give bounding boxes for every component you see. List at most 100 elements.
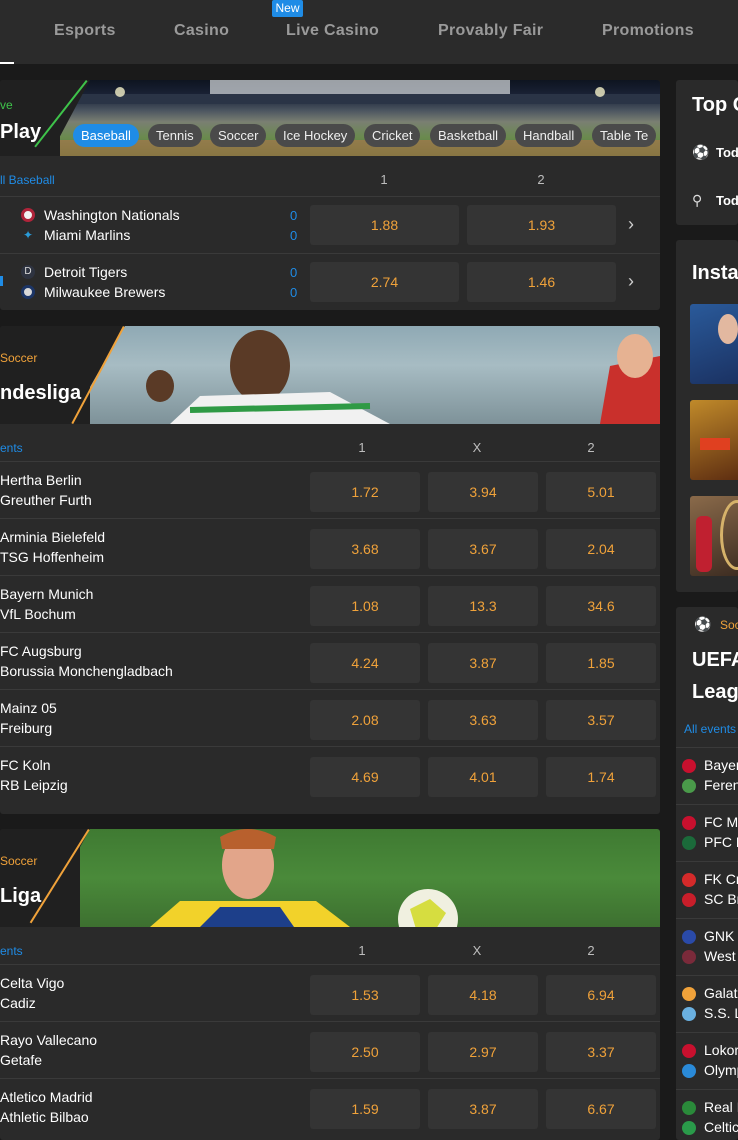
table-row[interactable]: FK Cr SC Br: [676, 861, 738, 918]
table-row[interactable]: Real I Celtic: [676, 1089, 738, 1140]
table-row[interactable]: GNK I West: [676, 918, 738, 975]
away-team: Borussia Monchengladbach: [0, 663, 173, 679]
odd-button-2[interactable]: 3.37: [546, 1032, 656, 1072]
odd-button-x[interactable]: 3.94: [428, 472, 538, 512]
tennis-icon: ⚲: [692, 192, 703, 208]
top-item[interactable]: Tod: [716, 193, 738, 208]
team-logo-icon: [682, 1064, 696, 1078]
away-team: Freiburg: [0, 720, 53, 736]
home-team: FK Cr: [704, 871, 738, 887]
odd-button[interactable]: 1.88: [310, 205, 459, 245]
odd-button-2[interactable]: 6.67: [546, 1089, 656, 1129]
chip-table-tennis[interactable]: Table Te: [592, 124, 657, 147]
home-team: GNK I: [704, 928, 738, 944]
table-row[interactable]: Galat S.S. L: [676, 975, 738, 1032]
odd-button-1[interactable]: 1.72: [310, 472, 420, 512]
odd-button-1[interactable]: 1.53: [310, 975, 420, 1015]
home-team: Rayo Vallecano: [0, 1032, 98, 1048]
team-logo-icon: [682, 816, 696, 830]
odd-button[interactable]: 2.74: [310, 262, 459, 302]
nav-promotions[interactable]: Promotions: [602, 22, 694, 40]
odd-button-x[interactable]: 4.01: [428, 757, 538, 797]
table-row[interactable]: Arminia Bielefeld TSG Hoffenheim 3.68 3.67 2…: [0, 518, 660, 575]
odd-button-x[interactable]: 3.63: [428, 700, 538, 740]
odd-button-2[interactable]: 6.94: [546, 975, 656, 1015]
chip-soccer[interactable]: Soccer: [210, 124, 267, 147]
all-events-link[interactable]: All events: [684, 722, 736, 736]
chip-ice-hockey[interactable]: Ice Hockey: [275, 124, 356, 147]
away-team: Greuther Furth: [0, 492, 92, 508]
away-team: TSG Hoffenheim: [0, 549, 105, 565]
nav-casino[interactable]: Casino: [174, 22, 229, 40]
odd-button-x[interactable]: 2.97: [428, 1032, 538, 1072]
events-link[interactable]: ents: [0, 441, 23, 455]
away-score: 0: [290, 285, 298, 300]
team-logo-icon: [21, 208, 35, 222]
table-row[interactable]: Hertha Berlin Greuther Furth 1.72 3.94 5.01: [0, 461, 660, 518]
odd-button-1[interactable]: 2.08: [310, 700, 420, 740]
live-label: ve: [0, 98, 13, 112]
nav-live-casino[interactable]: Live Casino: [286, 22, 379, 40]
player-image: [80, 829, 660, 927]
table-row[interactable]: Lokor Olymp: [676, 1032, 738, 1089]
odd-button-1[interactable]: 4.24: [310, 643, 420, 683]
table-row[interactable]: Rayo Vallecano Getafe 2.50 2.97 3.37: [0, 1021, 660, 1078]
team-logo-icon: [682, 873, 696, 887]
team-logo-icon: [682, 930, 696, 944]
table-row[interactable]: FC M PFC L: [676, 804, 738, 861]
odd-button-x[interactable]: 3.67: [428, 529, 538, 569]
table-row[interactable]: Mainz 05 Freiburg 2.08 3.63 3.57: [0, 689, 660, 746]
table-row[interactable]: D Detroit Tigers Milwaukee Brewers 0 0 2…: [0, 253, 660, 310]
odd-button-x[interactable]: 4.18: [428, 975, 538, 1015]
game-thumbnail[interactable]: [690, 400, 738, 480]
odd-button-2[interactable]: 1.85: [546, 643, 656, 683]
table-row[interactable]: Bayern Munich VfL Bochum 1.08 13.3 34.6: [0, 575, 660, 632]
odd-button-x[interactable]: 3.87: [428, 1089, 538, 1129]
odd-button-x[interactable]: 3.87: [428, 643, 538, 683]
odd-button[interactable]: 1.93: [467, 205, 616, 245]
table-row[interactable]: FC Augsburg Borussia Monchengladbach 4.24 3…: [0, 632, 660, 689]
chip-tennis[interactable]: Tennis: [148, 124, 202, 147]
chip-baseball[interactable]: Baseball: [73, 124, 139, 147]
odd-button-1[interactable]: 2.50: [310, 1032, 420, 1072]
away-team: Olymp: [704, 1062, 738, 1078]
nav-provably-fair[interactable]: Provably Fair: [438, 22, 543, 40]
team-logo-icon: [682, 987, 696, 1001]
odd-button-1[interactable]: 1.08: [310, 586, 420, 626]
odd-button-2[interactable]: 34.6: [546, 586, 656, 626]
odd-button-2[interactable]: 2.04: [546, 529, 656, 569]
table-row[interactable]: Bayer Feren: [676, 747, 738, 804]
home-team: Mainz 05: [0, 700, 57, 716]
nav-active-indicator: [0, 62, 14, 64]
top-games-panel: Top C ⚽ Tod ⚲ Tod: [676, 80, 738, 225]
odd-button-1[interactable]: 4.69: [310, 757, 420, 797]
odd-button-2[interactable]: 1.74: [546, 757, 656, 797]
chip-basketball[interactable]: Basketball: [430, 124, 506, 147]
table-row[interactable]: Atletico Madrid Athletic Bilbao 1.59 3.87 6.…: [0, 1078, 660, 1135]
home-team: Lokor: [704, 1042, 738, 1058]
odd-button-x[interactable]: 13.3: [428, 586, 538, 626]
away-team: West: [704, 948, 736, 964]
game-thumbnail[interactable]: [690, 496, 738, 576]
nav-esports[interactable]: Esports: [54, 22, 116, 40]
live-hero: ve Play Baseball Tennis Soccer Ice Hocke…: [0, 80, 660, 156]
odd-button[interactable]: 1.46: [467, 262, 616, 302]
events-link[interactable]: ents: [0, 944, 23, 958]
chip-cricket[interactable]: Cricket: [364, 124, 421, 147]
col-1-header: 1: [358, 440, 366, 455]
chevron-right-icon[interactable]: ›: [628, 271, 634, 292]
odd-button-1[interactable]: 3.68: [310, 529, 420, 569]
odd-button-2[interactable]: 5.01: [546, 472, 656, 512]
game-thumbnail[interactable]: [690, 304, 738, 384]
all-baseball-link[interactable]: ll Baseball: [0, 173, 55, 187]
chip-handball[interactable]: Handball: [515, 124, 583, 147]
table-row[interactable]: Celta Vigo Cadiz 1.53 4.18 6.94: [0, 964, 660, 1021]
table-row[interactable]: ✦ Washington Nationals Miami Marlins 0 0…: [0, 196, 660, 253]
table-row[interactable]: FC Koln RB Leipzig 4.69 4.01 1.74: [0, 746, 660, 803]
chevron-right-icon[interactable]: ›: [628, 214, 634, 235]
odd-button-2[interactable]: 3.57: [546, 700, 656, 740]
col-2-header: 2: [537, 172, 545, 187]
top-item[interactable]: Tod: [716, 145, 738, 160]
away-team: VfL Bochum: [0, 606, 76, 622]
odd-button-1[interactable]: 1.59: [310, 1089, 420, 1129]
